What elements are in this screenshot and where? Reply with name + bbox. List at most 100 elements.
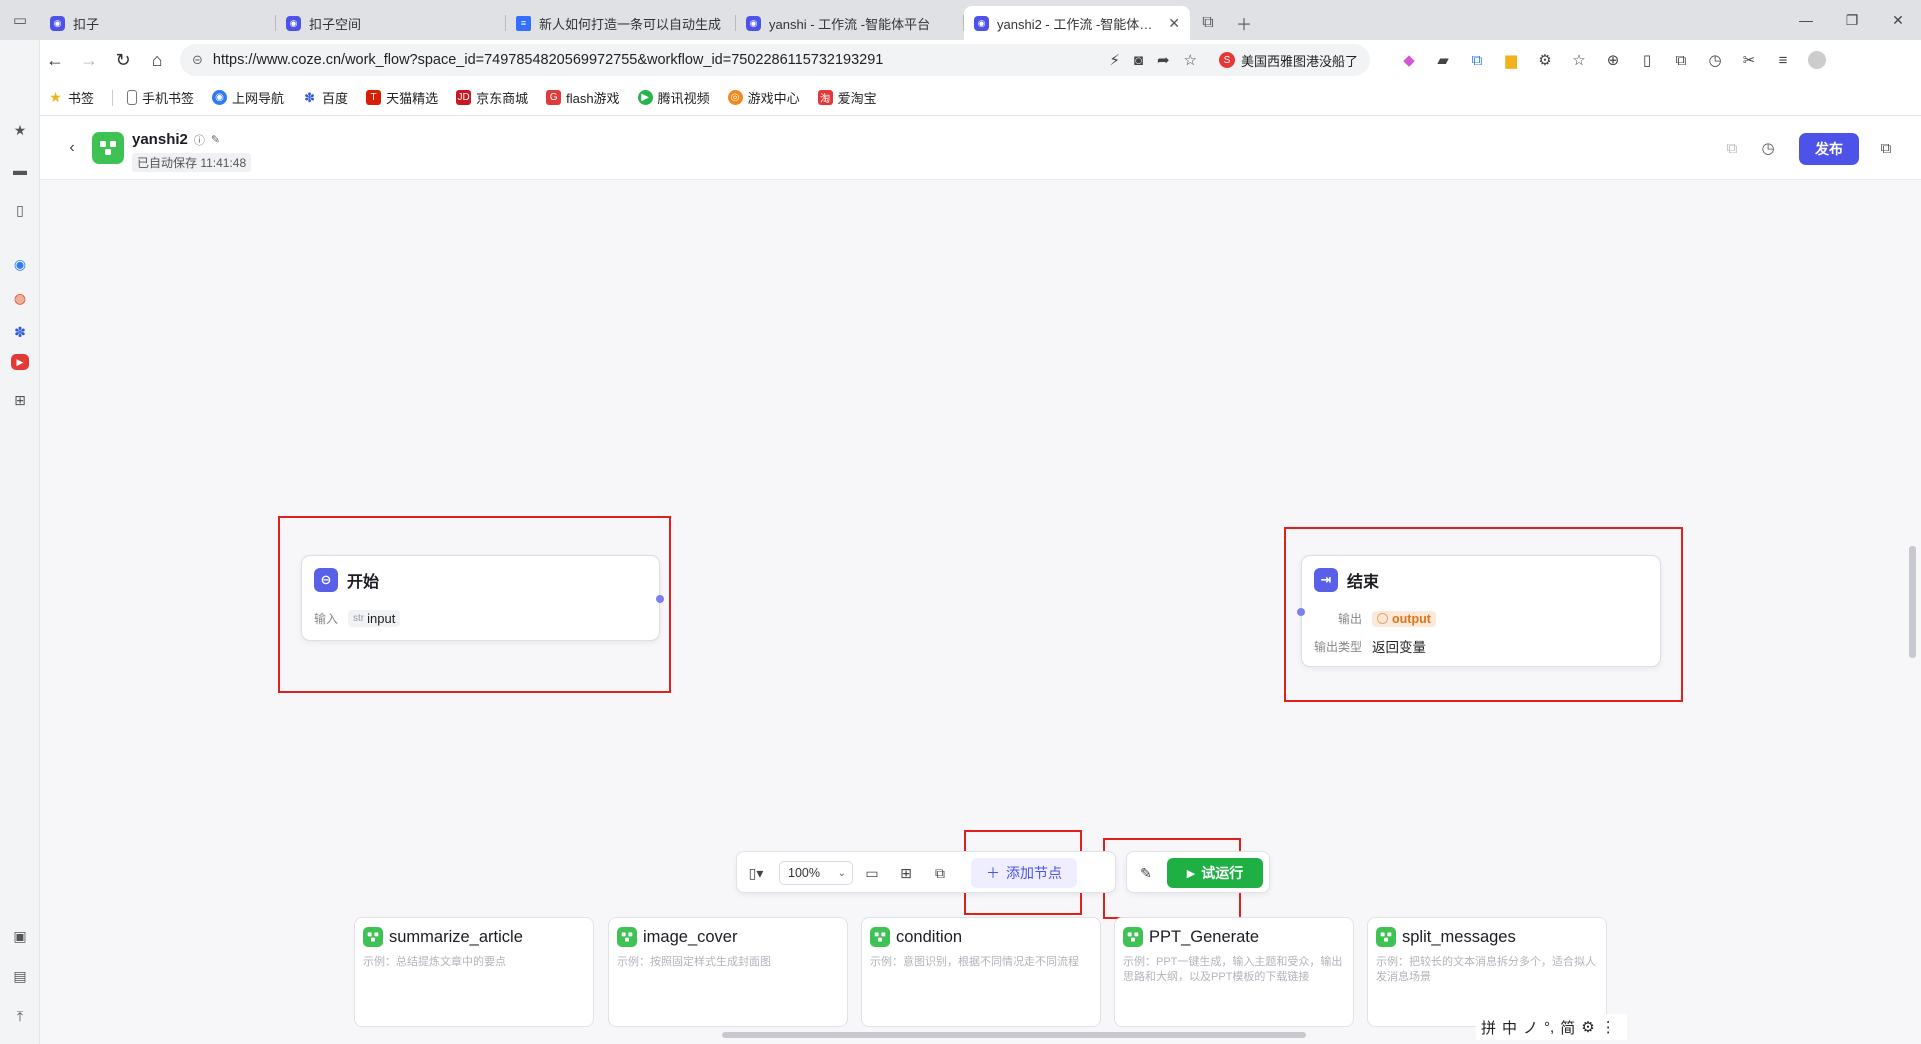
ime-simplified-toggle[interactable]: 简 — [1560, 1017, 1575, 1038]
history-icon[interactable]: ◷ — [1698, 44, 1732, 76]
restore-icon[interactable]: ❐ — [1829, 0, 1875, 40]
bookmark-item[interactable]: 手机书签 — [127, 88, 194, 107]
ime-settings-icon[interactable]: ⚙ — [1581, 1018, 1594, 1036]
search-app-icon[interactable]: ◉ — [8, 252, 32, 276]
ime-toolbar[interactable]: 拼 中 ノ °, 简 ⚙ ⋮ — [1476, 1014, 1627, 1040]
lightning-icon[interactable]: ⚡ — [1109, 51, 1120, 69]
browser-tab[interactable]: ◉ 扣子 — [40, 6, 276, 40]
output-port[interactable] — [656, 595, 664, 603]
horizontal-scrollbar[interactable] — [722, 1032, 1306, 1038]
template-card[interactable]: split_messages 示例：把较长的文本消息拆分多个，适合拟人发消息场景 — [1367, 917, 1607, 1027]
ime-moon-icon[interactable]: ノ — [1523, 1017, 1538, 1038]
download-icon[interactable]: ⊕ — [1596, 44, 1630, 76]
browser-tab-active[interactable]: ◉ yanshi2 - 工作流 -智能体平台 ✕ — [964, 6, 1190, 40]
share-icon[interactable]: ➦ — [1157, 51, 1170, 69]
bookmark-item[interactable]: T 天猫精选 — [366, 88, 438, 107]
workflow-canvas[interactable]: ⊖ 开始 输入 str input ⇥ 结束 输出 output 输出类型 返回… — [40, 180, 1921, 1044]
phone-icon[interactable]: ▯ — [1630, 44, 1664, 76]
extensions-icon[interactable]: ⚙ — [1528, 44, 1562, 76]
zoom-select[interactable]: 100% ⌄ — [779, 861, 853, 885]
publish-button[interactable]: 发布 — [1799, 133, 1859, 165]
site-info-icon[interactable]: ⊝ — [192, 52, 203, 68]
folder-icon[interactable]: ▬ — [8, 158, 32, 182]
phone-icon[interactable]: ▯ — [8, 198, 32, 222]
coze-favicon-icon: ◉ — [50, 15, 65, 31]
debug-icon[interactable]: ✎ — [1135, 862, 1157, 884]
end-node[interactable]: ⇥ 结束 输出 output 输出类型 返回变量 — [1297, 555, 1661, 667]
baidu-app-icon[interactable]: ✽ — [8, 320, 32, 344]
reader-icon[interactable]: ◙ — [1134, 52, 1143, 69]
comment-icon[interactable]: ▭ — [861, 862, 883, 884]
bookmark-item[interactable]: Gflash游戏 — [546, 88, 620, 107]
home-icon[interactable]: ⌂ — [140, 44, 174, 76]
edit-icon[interactable]: ✎ — [211, 133, 220, 146]
test-run-button[interactable]: ▶ 试运行 — [1167, 858, 1263, 888]
close-tab-icon[interactable]: ✕ — [1168, 15, 1180, 32]
favorites-star-icon[interactable]: ★ — [8, 118, 32, 142]
navigation-icon: ◉ — [212, 90, 228, 105]
add-app-icon[interactable]: ⊞ — [8, 388, 32, 412]
folder-icon[interactable]: ▆ — [1494, 44, 1528, 76]
cut-icon[interactable]: ✂ — [1732, 44, 1766, 76]
template-card[interactable]: image_cover 示例：按照固定样式生成封面图 — [608, 917, 848, 1027]
more-options-icon[interactable]: ⧉ — [1874, 136, 1898, 160]
history-icon[interactable]: ◷ — [1756, 136, 1780, 160]
forward-icon[interactable]: → — [72, 44, 106, 76]
bookmark-star-icon[interactable]: ☆ — [1184, 51, 1197, 69]
ai-assistant-icon[interactable]: ◆ — [1392, 44, 1426, 76]
bookmark-item[interactable]: ◎ 游戏中心 — [727, 88, 800, 107]
mouse-mode-icon[interactable]: ▯▾ — [745, 862, 767, 884]
profile-avatar-icon[interactable] — [1800, 44, 1834, 76]
search-engine-icon: S — [1218, 52, 1235, 68]
browser-tab[interactable]: ◉ 扣子空间 — [276, 6, 506, 40]
collections-icon[interactable]: ⧉ — [1664, 44, 1698, 76]
bookmark-item[interactable]: JD 京东商城 — [456, 88, 528, 107]
ime-punctuation-icon[interactable]: °, — [1544, 1019, 1554, 1036]
back-chevron-icon[interactable]: ‹ — [60, 136, 84, 160]
tab-tools-icon[interactable]: ⧉ — [1190, 6, 1226, 40]
close-window-icon[interactable]: ✕ — [1875, 0, 1921, 40]
browser-tab[interactable]: ≡ 新人如何打造一条可以自动生成 — [506, 6, 736, 40]
bookmark-item[interactable]: ▶ 腾讯视频 — [637, 88, 710, 107]
input-port[interactable] — [1297, 608, 1305, 616]
bookmark-label: 上网导航 — [232, 91, 285, 106]
briefcase-icon[interactable]: ▤ — [8, 964, 32, 988]
chrome-app-icon[interactable]: ◍ — [8, 286, 32, 310]
copy-icon[interactable]: ⧉ — [1720, 136, 1744, 160]
bookmark-item[interactable]: ★ 书签 — [48, 88, 94, 107]
pin-up-icon[interactable]: ⤒ — [8, 1004, 32, 1028]
bookmark-item[interactable]: ✽ 百度 — [302, 88, 348, 107]
bookmark-item[interactable]: ◉ 上网导航 — [212, 88, 284, 107]
video-app-icon[interactable]: ▶ — [11, 354, 29, 370]
back-icon[interactable]: ← — [38, 44, 72, 76]
address-bar: « ← → ↻ ⌂ ⊝ https://www.coze.cn/work_flo… — [0, 40, 1921, 80]
news-ticker[interactable]: S 美国西雅图港没船了 — [1218, 51, 1358, 70]
ime-pinyin-icon[interactable]: 拼 — [1481, 1017, 1496, 1038]
ime-chinese-toggle[interactable]: 中 — [1502, 1017, 1517, 1038]
media-icon[interactable]: ▣ — [8, 924, 32, 948]
add-node-button[interactable]: ＋ 添加节点 — [971, 858, 1077, 888]
ime-more-icon[interactable]: ⋮ — [1601, 1018, 1616, 1036]
browser-tab[interactable]: ◉ yanshi - 工作流 -智能体平台 — [736, 6, 964, 40]
favorites-icon[interactable]: ☆ — [1562, 44, 1596, 76]
reload-icon[interactable]: ↻ — [106, 44, 140, 76]
menu-icon[interactable]: ≡ — [1766, 44, 1800, 76]
sidebar-toggle-icon[interactable]: ▭ — [0, 0, 40, 40]
auto-layout-icon[interactable]: ⊞ — [895, 862, 917, 884]
start-node[interactable]: ⊖ 开始 输入 str input — [301, 555, 664, 641]
new-tab-icon[interactable]: ＋ — [1226, 6, 1262, 40]
bookmark-item[interactable]: 淘爱淘宝 — [817, 88, 877, 107]
template-card[interactable]: summarize_article 示例：总结提炼文章中的要点 — [354, 917, 594, 1027]
template-desc: 示例：按照固定样式生成封面图 — [617, 956, 771, 968]
url-field[interactable]: ⊝ https://www.coze.cn/work_flow?space_id… — [180, 44, 1370, 76]
translate-icon[interactable]: ⧉ — [1460, 44, 1494, 76]
url-text[interactable]: https://www.coze.cn/work_flow?space_id=7… — [213, 52, 1095, 68]
minimap-icon[interactable]: ⧉ — [929, 862, 951, 884]
template-card[interactable]: condition 示例：意图识别，根据不同情况走不同流程 — [861, 917, 1101, 1027]
info-icon[interactable]: ⓘ — [194, 132, 205, 148]
minimize-icon[interactable]: — — [1783, 0, 1829, 40]
end-icon: ⇥ — [1314, 568, 1338, 592]
vertical-scrollbar[interactable] — [1909, 546, 1916, 658]
template-card[interactable]: PPT_Generate 示例：PPT一键生成，输入主题和受众，输出思路和大纲，… — [1114, 917, 1354, 1027]
screenshot-icon[interactable]: ▰ — [1426, 44, 1460, 76]
